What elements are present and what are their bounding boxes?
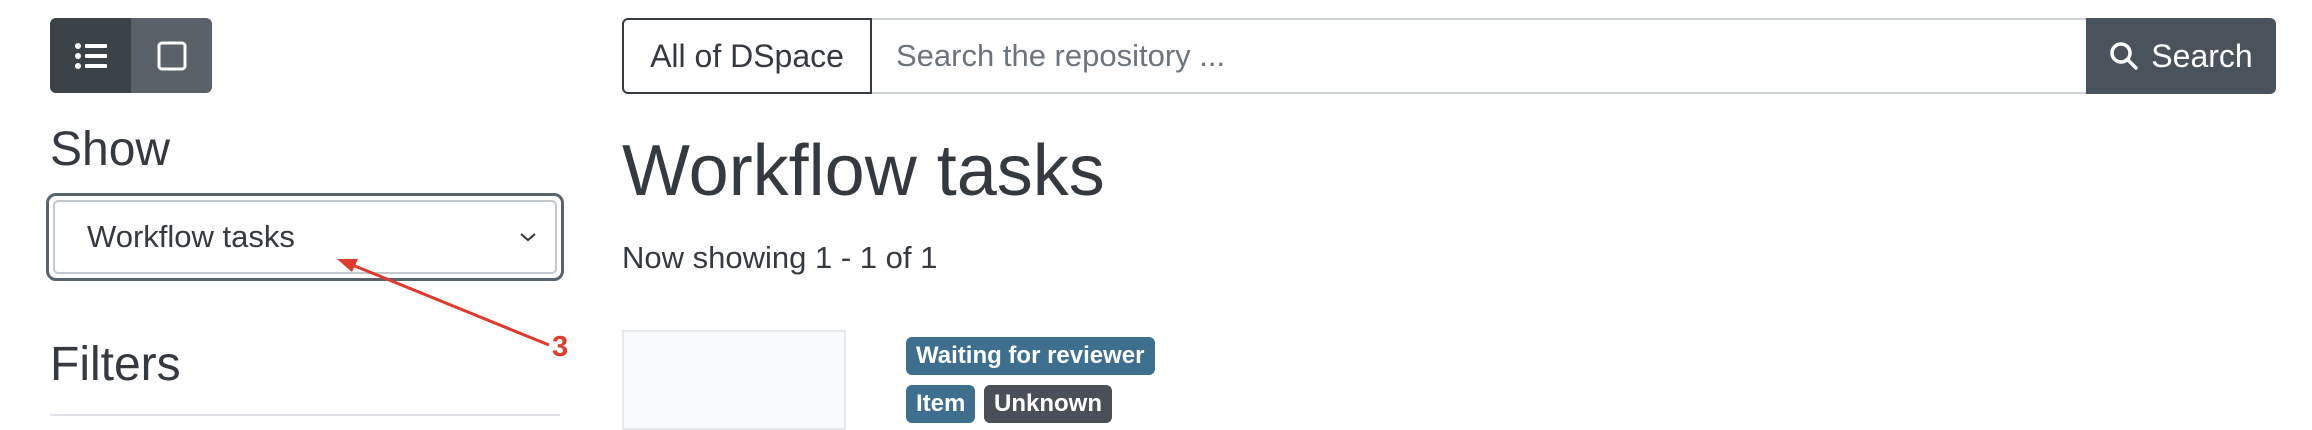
list-view-button[interactable] bbox=[50, 18, 131, 93]
pagination-info: Now showing 1 - 1 of 1 bbox=[622, 240, 938, 275]
view-mode-toggle bbox=[50, 18, 212, 93]
search-input[interactable] bbox=[872, 18, 2086, 94]
list-icon bbox=[74, 42, 107, 69]
chevron-down-icon bbox=[520, 233, 536, 242]
filters-divider bbox=[50, 414, 560, 416]
item-thumbnail[interactable] bbox=[622, 330, 846, 430]
page-title: Workflow tasks bbox=[622, 131, 1105, 211]
show-select[interactable]: Workflow tasks bbox=[53, 200, 557, 274]
show-heading: Show bbox=[50, 123, 171, 176]
search-button-label: Search bbox=[2151, 37, 2253, 74]
grid-view-button[interactable] bbox=[131, 18, 212, 93]
search-icon bbox=[2110, 42, 2139, 70]
annotation-label: 3 bbox=[552, 331, 569, 363]
status-badge: Waiting for reviewer bbox=[906, 337, 1155, 375]
filters-heading: Filters bbox=[50, 338, 181, 391]
search-scope-button[interactable]: All of DSpace bbox=[622, 18, 872, 94]
type-badge: Item bbox=[906, 385, 976, 423]
show-select-focus-ring: Workflow tasks bbox=[46, 193, 564, 281]
search-bar: All of DSpace Search bbox=[622, 18, 2276, 94]
show-select-value: Workflow tasks bbox=[87, 219, 295, 254]
grid-icon bbox=[157, 41, 186, 70]
state-badge: Unknown bbox=[984, 385, 1112, 423]
search-button[interactable]: Search bbox=[2086, 18, 2276, 94]
